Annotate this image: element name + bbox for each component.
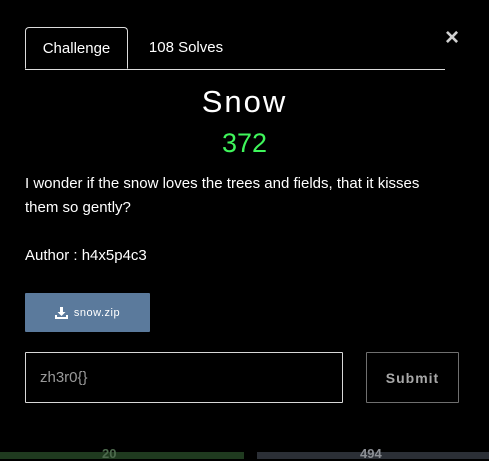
tab-bar: Challenge 108 Solves [25, 27, 445, 70]
file-download-button[interactable]: snow.zip [25, 293, 150, 332]
challenge-value: 372 [221, 128, 268, 158]
challenge-name: Snow [201, 84, 288, 119]
close-icon[interactable]: × [442, 25, 462, 51]
challenge-description: I wonder if the snow loves the trees and… [25, 175, 420, 216]
tab-solves[interactable]: 108 Solves [128, 27, 244, 68]
download-icon [54, 306, 68, 319]
flag-input[interactable] [25, 352, 343, 403]
background-card-left [0, 452, 244, 459]
submit-button[interactable]: Submit [366, 352, 459, 403]
tab-challenge[interactable]: Challenge [25, 27, 128, 69]
challenge-author: Author : h4x5p4c3 [25, 247, 147, 264]
challenge-modal: Challenge 108 Solves × Snow 372 I wonder… [0, 0, 489, 452]
file-name: snow.zip [73, 306, 121, 319]
